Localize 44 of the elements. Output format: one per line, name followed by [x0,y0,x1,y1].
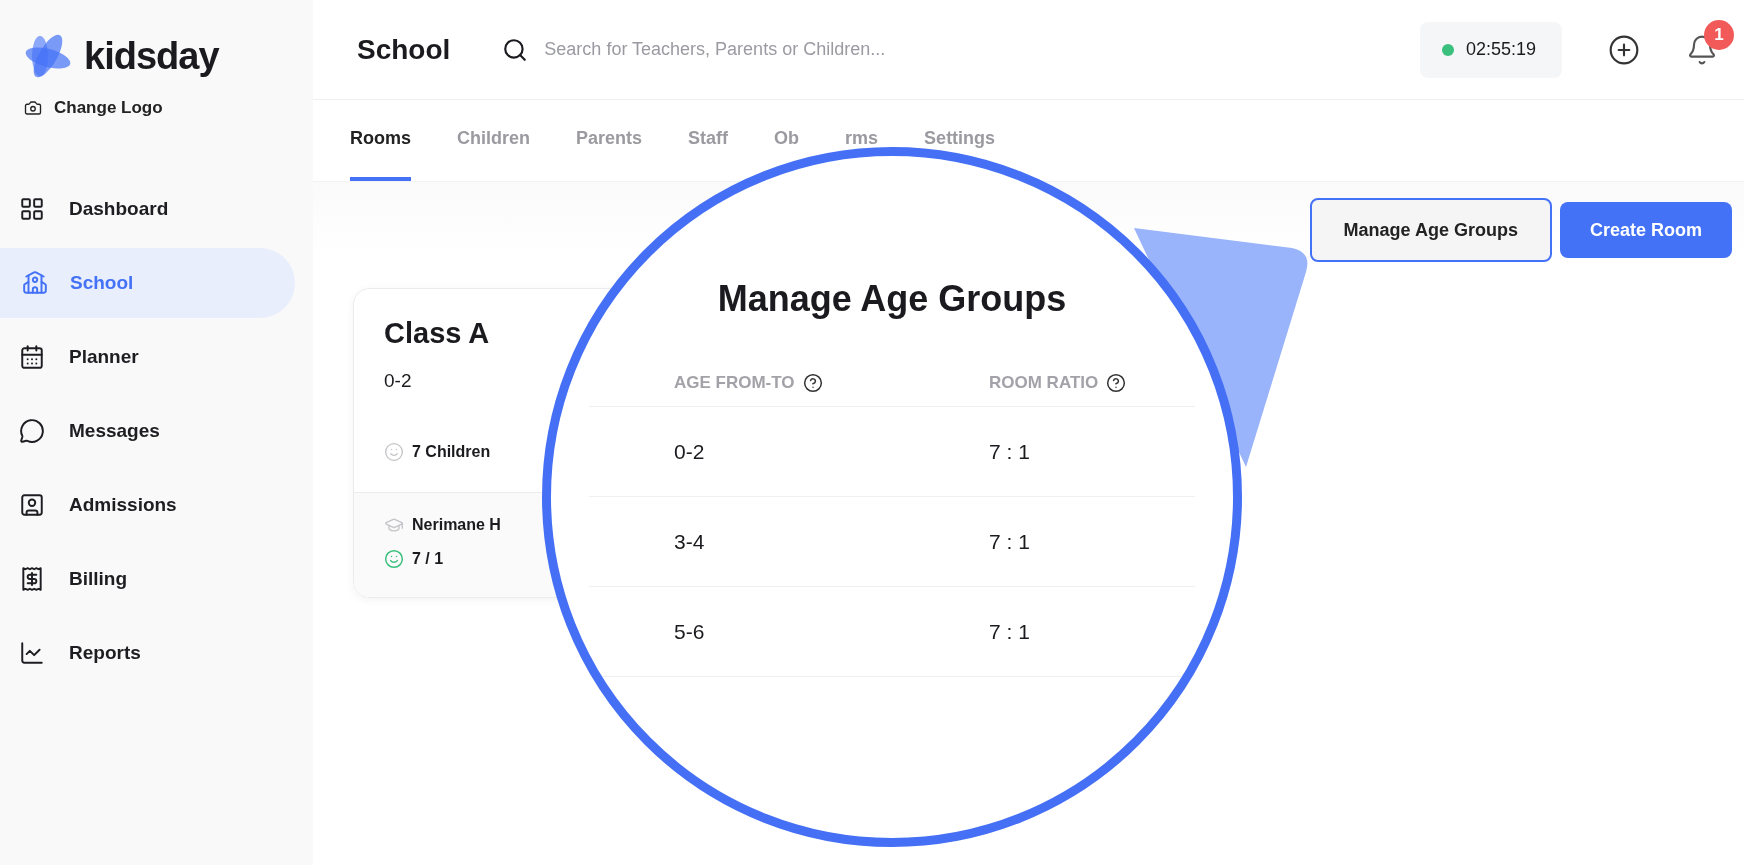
column-header: ROOM RATIO [989,373,1099,393]
change-logo-link[interactable]: Change Logo [24,98,163,118]
chart-icon [19,640,45,666]
sidebar-item[interactable]: Dashboard [0,174,295,244]
notification-badge: 1 [1704,19,1734,50]
room-name: Class A [384,317,491,350]
sidebar-item[interactable]: Billing [0,544,295,614]
receipt-icon [19,566,45,592]
school-icon [22,270,48,296]
table-cell: 7 : 1 [989,619,1030,644]
page-title: School [357,33,451,66]
ratio-text: 7 / 1 [412,550,444,568]
table-cell: 7 : 1 [989,439,1030,464]
manage-button[interactable]: Manage Age Groups [1309,198,1552,262]
message-icon [19,418,45,444]
sidebar-item[interactable]: Reports [0,618,295,688]
sidebar-item[interactable]: Planner [0,322,295,392]
table-cell: 3-4 [674,529,705,554]
logo-text: kidsday [84,34,219,78]
status-dot-icon [1441,43,1454,56]
table-cell: 0-2 [674,439,705,464]
table-cell: 5-6 [674,619,705,644]
help-icon[interactable] [1106,373,1127,393]
help-icon[interactable] [802,373,823,393]
table-cell: 7 : 1 [989,529,1030,554]
smiley-icon [384,442,404,462]
age-range: 0-2 [384,370,412,392]
create-button[interactable]: Create Room [1559,202,1732,258]
camera-icon [24,99,42,117]
sidebar-item[interactable]: Admissions [0,470,295,540]
sidebar-item[interactable]: School [0,248,295,318]
teacher-name: Nerimane H [412,516,501,534]
timer: 02:55:19 [1419,21,1562,78]
children-count: 7 Children [412,443,491,461]
column-header: AGE FROM-TO [674,373,795,393]
sidebar-item[interactable]: Messages [0,396,295,466]
search-field[interactable]: Search for Teachers, Parents or Children... [542,38,1027,61]
smiley-icon [384,549,404,569]
plus-icon [1608,33,1640,66]
search-icon [502,36,529,63]
calendar-icon [19,344,45,370]
grid-icon [19,196,45,222]
user-card-icon [19,492,45,518]
dialog-title: Manage Age Groups [717,278,1067,320]
